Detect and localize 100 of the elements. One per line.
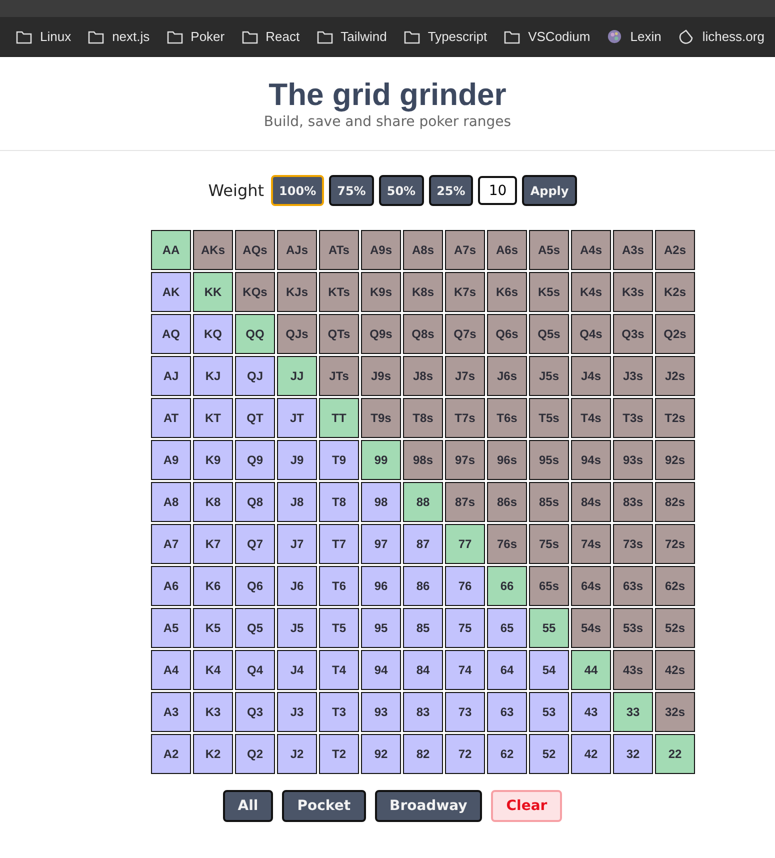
hand-cell[interactable]: 76 bbox=[445, 566, 485, 606]
hand-cell[interactable]: 76s bbox=[487, 524, 527, 564]
hand-cell[interactable]: K9s bbox=[361, 272, 401, 312]
weight-button[interactable]: 25% bbox=[428, 175, 474, 206]
weight-button[interactable]: 50% bbox=[378, 175, 424, 206]
hand-cell[interactable]: Q7 bbox=[235, 524, 275, 564]
hand-cell[interactable]: 83s bbox=[613, 482, 653, 522]
hand-cell[interactable]: 33 bbox=[613, 692, 653, 732]
weight-input[interactable]: 10 bbox=[478, 176, 518, 205]
hand-cell[interactable]: J3 bbox=[277, 692, 317, 732]
hand-cell[interactable]: 32 bbox=[613, 734, 653, 774]
hand-cell[interactable]: Q9 bbox=[235, 440, 275, 480]
range-button[interactable]: All bbox=[222, 790, 274, 822]
hand-cell[interactable]: KQs bbox=[235, 272, 275, 312]
bookmark-link[interactable]: Lexin bbox=[607, 29, 662, 44]
hand-cell[interactable]: 64s bbox=[571, 566, 611, 606]
hand-cell[interactable]: 95 bbox=[361, 608, 401, 648]
hand-cell[interactable]: AQs bbox=[235, 230, 275, 270]
hand-cell[interactable]: J4 bbox=[277, 650, 317, 690]
hand-cell[interactable]: 88 bbox=[403, 482, 443, 522]
hand-cell[interactable]: T4 bbox=[319, 650, 359, 690]
hand-cell[interactable]: 54 bbox=[529, 650, 569, 690]
hand-cell[interactable]: Q2s bbox=[655, 314, 695, 354]
hand-cell[interactable]: K6s bbox=[487, 272, 527, 312]
hand-cell[interactable]: Q5 bbox=[235, 608, 275, 648]
hand-cell[interactable]: J5 bbox=[277, 608, 317, 648]
hand-cell[interactable]: AJ bbox=[151, 356, 191, 396]
range-button[interactable]: Pocket bbox=[282, 790, 366, 822]
hand-cell[interactable]: J2s bbox=[655, 356, 695, 396]
hand-cell[interactable]: J7 bbox=[277, 524, 317, 564]
hand-cell[interactable]: Q7s bbox=[445, 314, 485, 354]
hand-cell[interactable]: 74s bbox=[571, 524, 611, 564]
hand-cell[interactable]: 95s bbox=[529, 440, 569, 480]
hand-cell[interactable]: 75 bbox=[445, 608, 485, 648]
hand-cell[interactable]: T5s bbox=[529, 398, 569, 438]
range-button[interactable]: Broadway bbox=[374, 790, 482, 822]
hand-cell[interactable]: QT bbox=[235, 398, 275, 438]
hand-cell[interactable]: T8s bbox=[403, 398, 443, 438]
hand-cell[interactable]: K2s bbox=[655, 272, 695, 312]
hand-cell[interactable]: A3s bbox=[613, 230, 653, 270]
hand-cell[interactable]: Q5s bbox=[529, 314, 569, 354]
hand-cell[interactable]: A9 bbox=[151, 440, 191, 480]
hand-cell[interactable]: A3 bbox=[151, 692, 191, 732]
hand-cell[interactable]: 22 bbox=[655, 734, 695, 774]
hand-cell[interactable]: J6 bbox=[277, 566, 317, 606]
hand-cell[interactable]: 84s bbox=[571, 482, 611, 522]
hand-cell[interactable]: 85 bbox=[403, 608, 443, 648]
hand-cell[interactable]: Q3 bbox=[235, 692, 275, 732]
hand-cell[interactable]: K8s bbox=[403, 272, 443, 312]
hand-cell[interactable]: 62s bbox=[655, 566, 695, 606]
hand-cell[interactable]: KJ bbox=[193, 356, 233, 396]
hand-cell[interactable]: KT bbox=[193, 398, 233, 438]
hand-cell[interactable]: T2s bbox=[655, 398, 695, 438]
hand-cell[interactable]: K3 bbox=[193, 692, 233, 732]
hand-cell[interactable]: T3 bbox=[319, 692, 359, 732]
hand-cell[interactable]: A9s bbox=[361, 230, 401, 270]
hand-cell[interactable]: 43 bbox=[571, 692, 611, 732]
hand-cell[interactable]: 52 bbox=[529, 734, 569, 774]
hand-cell[interactable]: 92 bbox=[361, 734, 401, 774]
hand-cell[interactable]: J9s bbox=[361, 356, 401, 396]
hand-cell[interactable]: 73 bbox=[445, 692, 485, 732]
hand-cell[interactable]: 82 bbox=[403, 734, 443, 774]
hand-cell[interactable]: K8 bbox=[193, 482, 233, 522]
hand-cell[interactable]: QJs bbox=[277, 314, 317, 354]
hand-cell[interactable]: 53 bbox=[529, 692, 569, 732]
hand-cell[interactable]: J8s bbox=[403, 356, 443, 396]
hand-cell[interactable]: QJ bbox=[235, 356, 275, 396]
hand-cell[interactable]: 82s bbox=[655, 482, 695, 522]
hand-cell[interactable]: 75s bbox=[529, 524, 569, 564]
hand-cell[interactable]: T9 bbox=[319, 440, 359, 480]
weight-button[interactable]: 100% bbox=[271, 175, 324, 206]
hand-cell[interactable]: T6s bbox=[487, 398, 527, 438]
bookmark-link[interactable]: Tailwind bbox=[316, 29, 387, 44]
bookmark-link[interactable]: Linux bbox=[16, 29, 72, 44]
hand-cell[interactable]: A2 bbox=[151, 734, 191, 774]
hand-cell[interactable]: K6 bbox=[193, 566, 233, 606]
weight-button[interactable]: 75% bbox=[329, 175, 374, 206]
hand-cell[interactable]: A5s bbox=[529, 230, 569, 270]
hand-cell[interactable]: T2 bbox=[319, 734, 359, 774]
hand-cell[interactable]: AJs bbox=[277, 230, 317, 270]
hand-cell[interactable]: Q4 bbox=[235, 650, 275, 690]
hand-cell[interactable]: KK bbox=[193, 272, 233, 312]
hand-cell[interactable]: J2 bbox=[277, 734, 317, 774]
hand-cell[interactable]: Q6 bbox=[235, 566, 275, 606]
hand-cell[interactable]: 86s bbox=[487, 482, 527, 522]
hand-cell[interactable]: 72s bbox=[655, 524, 695, 564]
hand-cell[interactable]: 65s bbox=[529, 566, 569, 606]
hand-cell[interactable]: Q9s bbox=[361, 314, 401, 354]
hand-cell[interactable]: 99 bbox=[361, 440, 401, 480]
hand-cell[interactable]: 44 bbox=[571, 650, 611, 690]
hand-cell[interactable]: T5 bbox=[319, 608, 359, 648]
hand-cell[interactable]: K7 bbox=[193, 524, 233, 564]
hand-cell[interactable]: 65 bbox=[487, 608, 527, 648]
hand-cell[interactable]: 63s bbox=[613, 566, 653, 606]
hand-cell[interactable]: A4 bbox=[151, 650, 191, 690]
hand-cell[interactable]: 87s bbox=[445, 482, 485, 522]
hand-cell[interactable]: 93s bbox=[613, 440, 653, 480]
hand-cell[interactable]: JT bbox=[277, 398, 317, 438]
hand-cell[interactable]: K3s bbox=[613, 272, 653, 312]
hand-cell[interactable]: 93 bbox=[361, 692, 401, 732]
